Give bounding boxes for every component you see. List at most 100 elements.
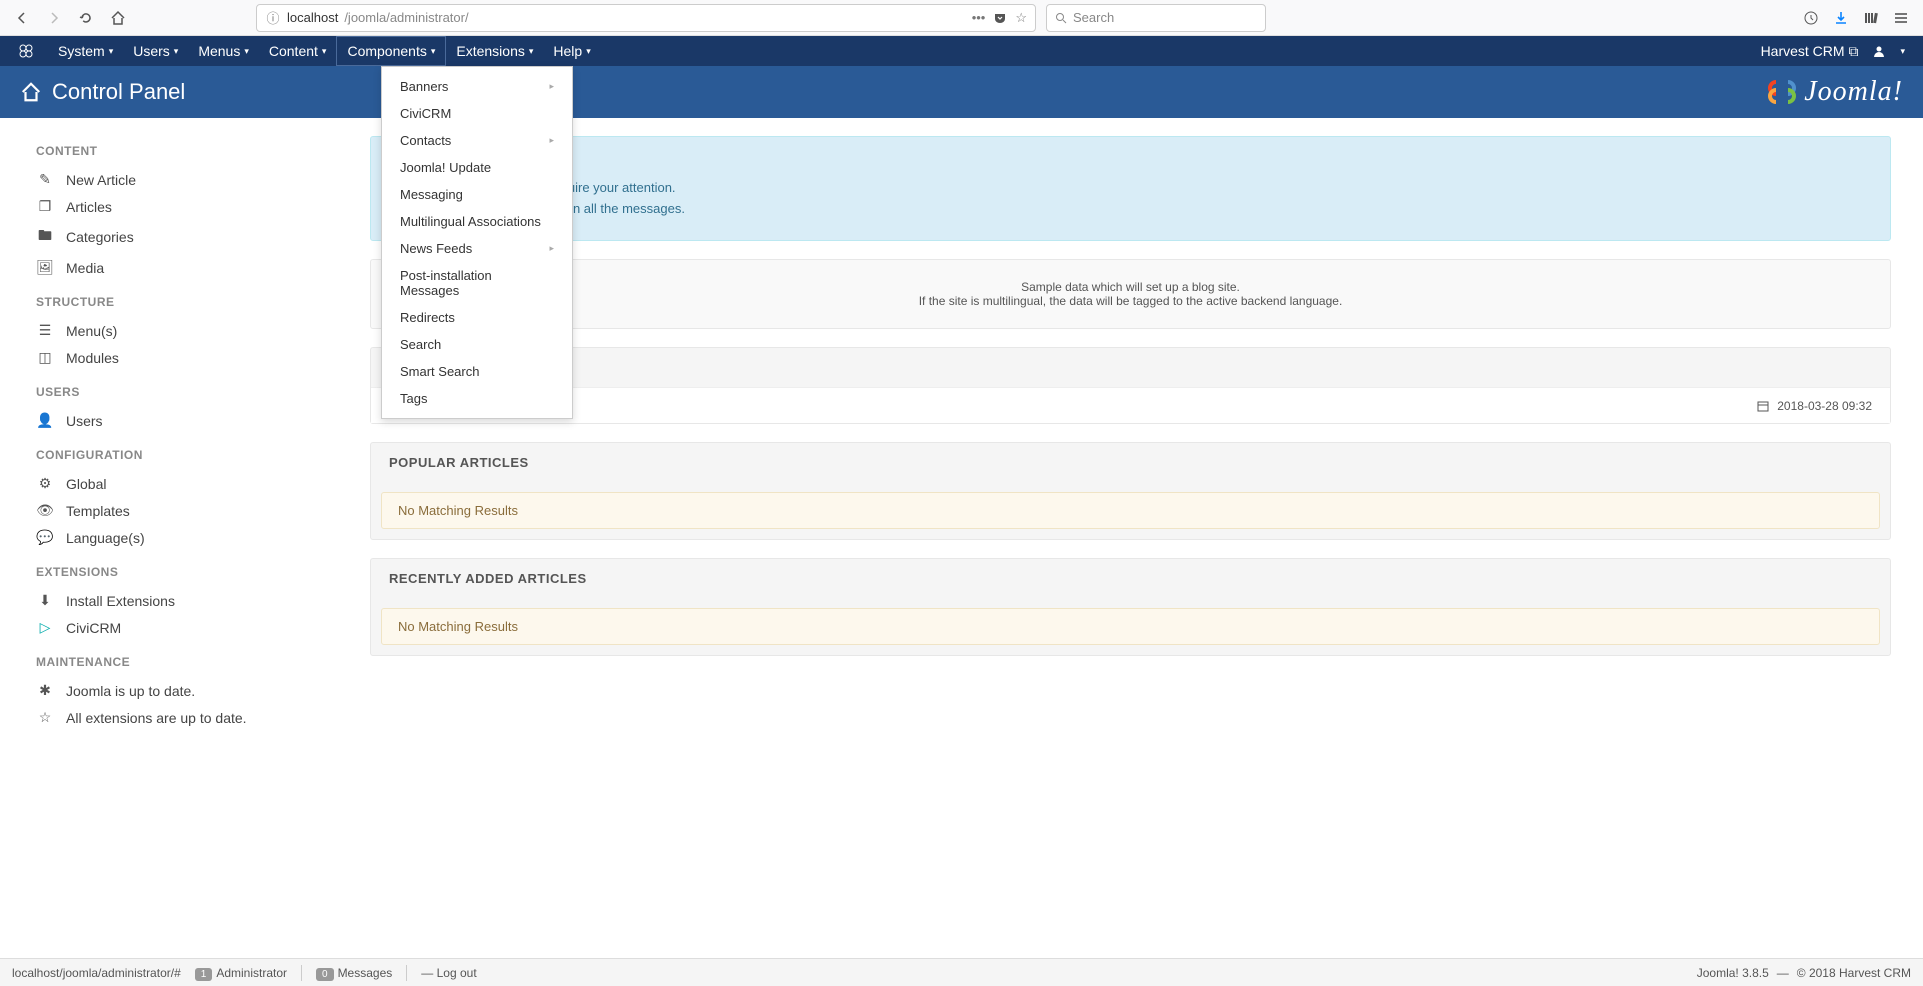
- sidebar-global[interactable]: ⚙Global: [36, 470, 360, 497]
- chat-icon: 💬: [36, 529, 54, 546]
- url-path: /joomla/administrator/: [344, 10, 468, 25]
- sidebar-new-article[interactable]: ✎New Article: [36, 166, 360, 193]
- gear-icon: ⚙: [36, 475, 54, 492]
- page-header: Control Panel Joomla!: [0, 66, 1923, 118]
- logged-in-timestamp: 2018-03-28 09:32: [1777, 399, 1872, 413]
- home-icon: [20, 81, 42, 103]
- hamburger-menu-icon[interactable]: [1893, 10, 1909, 26]
- admin-topnav: System▾ Users▾ Menus▾ Content▾ Component…: [0, 36, 1923, 66]
- joomla-logo[interactable]: Joomla!: [1766, 76, 1903, 108]
- joomla-icon[interactable]: [18, 43, 34, 59]
- back-button[interactable]: [8, 4, 36, 32]
- dropdown-post-install[interactable]: Post-installation Messages: [382, 262, 572, 304]
- popular-articles-panel: POPULAR ARTICLES No Matching Results: [370, 442, 1891, 540]
- sample-data-panel: Sample data which will set up a blog sit…: [370, 259, 1891, 329]
- dropdown-search[interactable]: Search: [382, 331, 572, 358]
- dropdown-civicrm[interactable]: CiviCRM: [382, 100, 572, 127]
- cube-icon: ◫: [36, 349, 54, 366]
- reload-button[interactable]: [72, 4, 100, 32]
- forward-button[interactable]: [40, 4, 68, 32]
- logged-in-row: ADMIN Administration 2018-03-28 09:32: [371, 387, 1890, 423]
- dropdown-redirects[interactable]: Redirects: [382, 304, 572, 331]
- status-logout[interactable]: — Log out: [421, 966, 476, 980]
- search-icon: [1055, 12, 1067, 24]
- dropdown-smart-search[interactable]: Smart Search: [382, 358, 572, 385]
- logged-in-heading: LOGGED-IN USERS: [371, 348, 1890, 387]
- sample-line2: If the site is multilingual, the data wi…: [393, 294, 1868, 308]
- pocket-icon[interactable]: [993, 11, 1007, 25]
- sidebar-heading-structure: STRUCTURE: [36, 295, 360, 309]
- site-name-link[interactable]: Harvest CRM ⧉: [1761, 43, 1859, 60]
- home-button[interactable]: [104, 4, 132, 32]
- sidebar-media[interactable]: 🖼Media: [36, 254, 360, 281]
- sidebar-categories[interactable]: 🖿Categories: [36, 220, 360, 254]
- chevron-right-icon: ▸: [549, 81, 554, 92]
- info-line1: …stallation messages that require your a…: [393, 180, 1868, 195]
- downloads-icon[interactable]: [1833, 10, 1849, 26]
- dropdown-contacts[interactable]: Contacts▸: [382, 127, 572, 154]
- sidebar-heading-maint: MAINTENANCE: [36, 655, 360, 669]
- sidebar-civicrm[interactable]: ▷CiviCRM: [36, 614, 360, 641]
- url-host: localhost: [287, 10, 338, 25]
- page-actions-icon[interactable]: •••: [972, 10, 986, 25]
- dropdown-multilingual[interactable]: Multilingual Associations: [382, 208, 572, 235]
- menu-extensions[interactable]: Extensions▾: [446, 36, 543, 66]
- popular-heading: POPULAR ARTICLES: [371, 443, 1890, 482]
- dropdown-tags[interactable]: Tags: [382, 385, 572, 412]
- sidebar-heading-config: CONFIGURATION: [36, 448, 360, 462]
- sidebar-joomla-status[interactable]: ✱Joomla is up to date.: [36, 677, 360, 704]
- civicrm-icon: ▷: [36, 619, 54, 636]
- eye-icon: 👁: [36, 502, 54, 519]
- sidebar-menus[interactable]: ☰Menu(s): [36, 317, 360, 344]
- menu-users[interactable]: Users▾: [123, 36, 188, 66]
- dropdown-banners[interactable]: Banners▸: [382, 73, 572, 100]
- menu-system[interactable]: System▾: [48, 36, 123, 66]
- bookmark-star-icon[interactable]: ☆: [1015, 10, 1027, 26]
- user-menu[interactable]: [1872, 44, 1886, 58]
- search-box[interactable]: Search: [1046, 4, 1266, 32]
- sidebar-languages[interactable]: 💬Language(s): [36, 524, 360, 551]
- sidebar-heading-ext: EXTENSIONS: [36, 565, 360, 579]
- external-link-icon: ⧉: [1848, 43, 1858, 59]
- sidebar-heading-users: USERS: [36, 385, 360, 399]
- stack-icon: ❐: [36, 198, 54, 215]
- copyright: © 2018 Harvest CRM: [1797, 966, 1911, 980]
- popular-empty: No Matching Results: [381, 492, 1880, 529]
- recent-empty: No Matching Results: [381, 608, 1880, 645]
- menu-menus[interactable]: Menus▾: [188, 36, 259, 66]
- calendar-icon: [1757, 400, 1769, 412]
- search-placeholder: Search: [1073, 10, 1114, 25]
- dropdown-news-feeds[interactable]: News Feeds▸: [382, 235, 572, 262]
- joomla-logo-text: Joomla!: [1804, 76, 1903, 108]
- menu-content[interactable]: Content▾: [259, 36, 337, 66]
- download-icon: ⬇: [36, 592, 54, 609]
- status-admin[interactable]: 1Administrator: [195, 966, 287, 980]
- dropdown-joomla-update[interactable]: Joomla! Update: [382, 154, 572, 181]
- list-icon: ☰: [36, 322, 54, 339]
- menu-help[interactable]: Help▾: [543, 36, 600, 66]
- status-url: localhost/joomla/administrator/#: [12, 966, 181, 980]
- joomla-version: Joomla! 3.8.5: [1697, 966, 1769, 980]
- sidebar-install-ext[interactable]: ⬇Install Extensions: [36, 587, 360, 614]
- joomla-mark-icon: [1766, 76, 1798, 108]
- image-icon: 🖼: [36, 259, 54, 276]
- menu-components[interactable]: Components▾: [336, 36, 446, 66]
- sample-line1: Sample data which will set up a blog sit…: [393, 280, 1868, 294]
- status-messages[interactable]: 0Messages: [316, 966, 392, 980]
- sidebar-modules[interactable]: ◫Modules: [36, 344, 360, 371]
- info-line2: …appear when you have hidden all the mes…: [393, 201, 1868, 216]
- dropdown-messaging[interactable]: Messaging: [382, 181, 572, 208]
- sidebar: CONTENT ✎New Article ❐Articles 🖿Categori…: [0, 118, 360, 958]
- chevron-right-icon: ▸: [549, 135, 554, 146]
- url-bar[interactable]: ⓘ localhost/joomla/administrator/ ••• ☆: [256, 4, 1036, 32]
- pencil-icon: ✎: [36, 171, 54, 188]
- sidebar-templates[interactable]: 👁Templates: [36, 497, 360, 524]
- sidebar-ext-status[interactable]: ☆All extensions are up to date.: [36, 704, 360, 731]
- browser-toolbar: ⓘ localhost/joomla/administrator/ ••• ☆ …: [0, 0, 1923, 36]
- library-icon[interactable]: [1863, 10, 1879, 26]
- history-icon[interactable]: [1803, 10, 1819, 26]
- sidebar-users[interactable]: 👤Users: [36, 407, 360, 434]
- folder-icon: 🖿: [36, 225, 54, 249]
- sidebar-articles[interactable]: ❐Articles: [36, 193, 360, 220]
- chevron-right-icon: ▸: [549, 243, 554, 254]
